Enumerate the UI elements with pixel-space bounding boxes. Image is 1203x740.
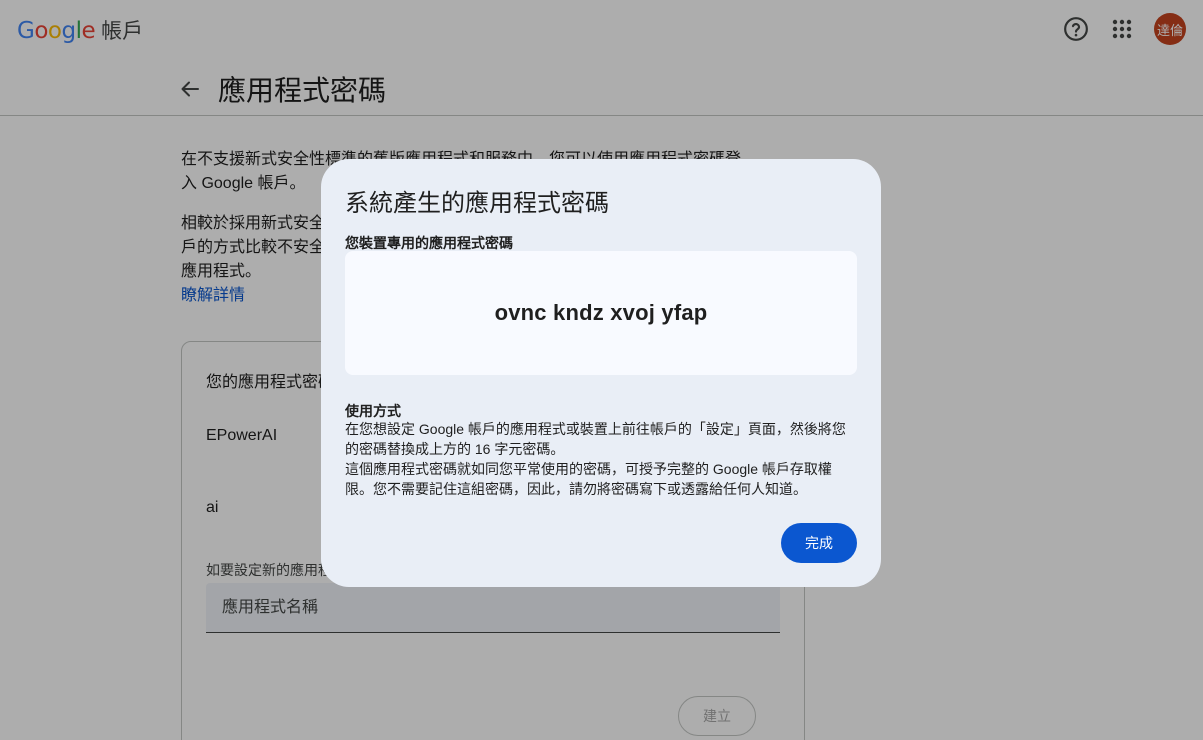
usage-instructions: 在您想設定 Google 帳戶的應用程式或裝置上前往帳戶的「設定」頁面，然後將您…: [345, 419, 857, 499]
generated-password-dialog: 系統產生的應用程式密碼 您裝置專用的應用程式密碼 ovnc kndz xvoj …: [321, 159, 881, 587]
done-button[interactable]: 完成: [781, 523, 857, 563]
generated-password[interactable]: ovnc kndz xvoj yfap: [495, 300, 708, 326]
dialog-subtitle: 您裝置專用的應用程式密碼: [345, 235, 513, 251]
usage-line: 在您想設定 Google 帳戶的應用程式或裝置上前往帳戶的「設定」頁面，然後將您…: [345, 421, 846, 457]
password-display-box: ovnc kndz xvoj yfap: [345, 251, 857, 375]
dialog-title: 系統產生的應用程式密碼: [345, 190, 609, 217]
usage-line: 這個應用程式密碼就如同您平常使用的密碼，可授予完整的 Google 帳戶存取權限…: [345, 461, 832, 497]
usage-title: 使用方式: [345, 403, 401, 419]
